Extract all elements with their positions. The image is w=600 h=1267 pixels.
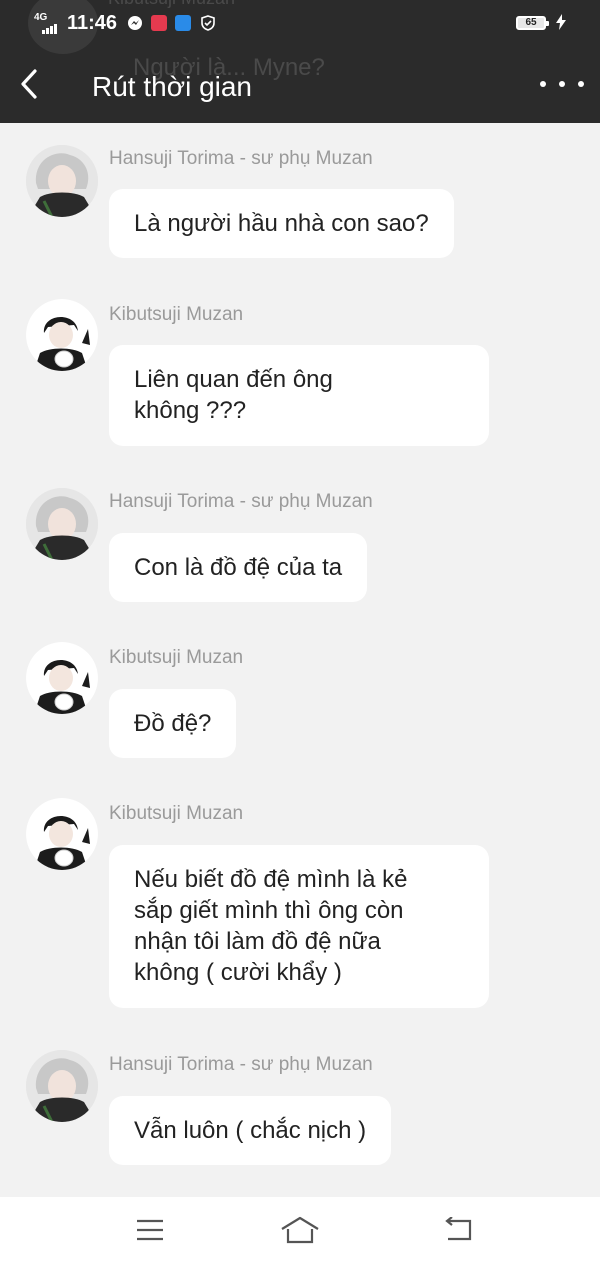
more-dot: [559, 81, 565, 87]
sender-name: Kibutsuji Muzan: [109, 803, 244, 824]
more-options-button[interactable]: [540, 70, 584, 98]
message-bubble[interactable]: Con là đồ đệ của ta: [109, 533, 368, 602]
menu-button[interactable]: [130, 1213, 170, 1247]
avatar-muzan[interactable]: [26, 299, 98, 371]
message-bubble[interactable]: Vẫn luôn ( chắc nịch ): [109, 1096, 392, 1165]
sender-name: Kibutsuji Muzan: [109, 304, 244, 325]
messenger-icon: [127, 15, 143, 31]
charging-icon: [556, 14, 566, 35]
message-bubble[interactable]: Liên quan đến ông không ???: [109, 345, 489, 446]
back-icon: [445, 1217, 472, 1241]
message-bubble[interactable]: Đồ đệ?: [109, 689, 237, 758]
message-bubble[interactable]: Nếu biết đồ đệ mình là kẻ sắp giết mình …: [109, 845, 489, 1008]
chevron-left-icon: [21, 69, 37, 99]
system-nav-bar: [0, 1197, 600, 1267]
avatar-muzan[interactable]: [26, 798, 98, 870]
more-dots-icon: [540, 81, 546, 87]
signal-icon: [42, 16, 58, 34]
status-time: 11:46: [67, 12, 118, 34]
avatar-torima[interactable]: [26, 1050, 98, 1122]
avatar-torima[interactable]: [26, 145, 98, 217]
shield-icon: [200, 15, 216, 31]
sender-name: Hansuji Torima - sư phụ Muzan: [109, 491, 373, 512]
battery-icon: 65: [516, 16, 549, 30]
sender-name: Hansuji Torima - sư phụ Muzan: [109, 1054, 373, 1075]
message-bubble[interactable]: Là người hầu nhà con sao?: [109, 189, 454, 258]
back-button[interactable]: [14, 66, 44, 102]
app-header: Kibutsuji Muzan Người là... Myne? 4G 11:…: [0, 0, 600, 123]
menu-icon: [137, 1219, 163, 1241]
page-title: Rút thời gian: [92, 71, 253, 102]
more-dot: [578, 81, 584, 87]
novel-toon-icon: [175, 15, 191, 31]
status-bar: 4G 11:46 65: [0, 0, 600, 48]
mangatoon-icon: [151, 15, 167, 31]
avatar-torima[interactable]: [26, 488, 98, 560]
avatar-muzan[interactable]: [26, 642, 98, 714]
home-icon: [281, 1216, 319, 1244]
sender-name: Hansuji Torima - sư phụ Muzan: [109, 148, 373, 169]
sender-name: Kibutsuji Muzan: [109, 647, 244, 668]
home-button[interactable]: [280, 1213, 320, 1247]
nav-back-button[interactable]: [438, 1213, 478, 1247]
